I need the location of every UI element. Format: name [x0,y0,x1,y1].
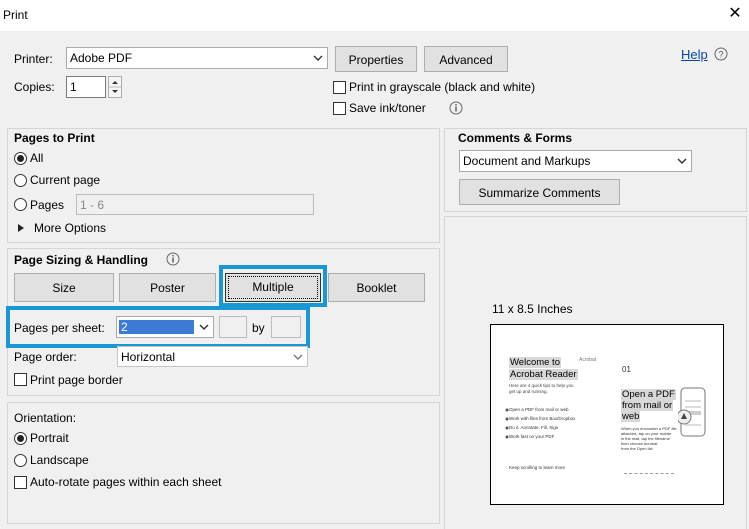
expand-triangle-icon[interactable] [17,222,25,236]
pages-range-placeholder: 1 - 6 [80,198,105,212]
print-border-checkbox[interactable] [14,373,27,386]
preview-left-heading-1: Welcome to [509,357,561,368]
tab-size[interactable]: Size [14,273,114,302]
orientation-title: Orientation: [14,411,77,425]
info-icon[interactable] [166,252,180,266]
copies-label: Copies: [14,80,55,94]
pages-range-label: Pages [30,198,65,212]
preview-right-heading-2: from mail or [621,400,674,411]
all-pages-radio[interactable] [14,152,27,165]
tab-booklet[interactable]: Booklet [328,273,425,302]
help-question-icon[interactable]: ? [714,47,728,61]
page-order-label: Page order: [14,350,77,364]
close-icon[interactable]: ✕ [727,4,743,24]
pages-range-input[interactable]: 1 - 6 [76,194,314,215]
copies-value: 1 [70,80,77,94]
preview-left-heading-2: Acrobat Reader [509,369,578,380]
summarize-comments-button[interactable]: Summarize Comments [459,179,620,205]
preview-left-line-2: get up and running. [509,389,548,394]
title-bar [0,0,749,31]
chevron-down-icon [197,319,211,335]
pages-per-sheet-select[interactable]: 2 [116,316,214,338]
properties-button[interactable]: Properties [335,46,417,72]
page-sizing-title: Page Sizing & Handling [14,253,149,267]
svg-text:?: ? [718,50,723,60]
pages-per-sheet-value: 2 [119,320,194,334]
all-pages-label: All [30,151,44,165]
chevron-down-icon [675,153,689,169]
window-title: Print [3,8,28,22]
preview-tip-4: Work fast on your PDF [509,434,555,439]
pages-per-sheet-label: Pages per sheet: [14,321,105,335]
advanced-button[interactable]: Advanced [424,46,508,72]
preview-right-heading-3: web [621,411,641,422]
rows-input[interactable] [271,316,301,338]
pages-to-print-title: Pages to Print [14,131,95,145]
columns-input[interactable] [219,316,247,338]
portrait-radio[interactable] [14,432,27,445]
preview-left-line-1: Here are 4 quick tips to help you [509,383,574,388]
comments-forms-title: Comments & Forms [458,131,573,145]
phone-illustration [676,387,708,442]
preview-logo-text: Acrobat [579,357,597,363]
comments-select[interactable]: Document and Markups [459,150,692,172]
copies-input[interactable]: 1 [66,76,106,98]
by-label: by [252,321,265,335]
preview-right-heading-1: Open a PDF [621,389,676,400]
printer-value: Adobe PDF [70,51,133,65]
print-border-label: Print page border [30,373,123,387]
preview-tip-3: Do it. Annotate. Fill, Sign [509,425,559,430]
landscape-radio[interactable] [14,454,27,467]
help-link[interactable]: Help [681,47,708,62]
printer-select[interactable]: Adobe PDF [66,47,328,69]
preview-right-footer-line [624,473,674,474]
current-page-label: Current page [30,173,101,187]
auto-rotate-label: Auto-rotate pages within each sheet [30,475,222,489]
preview-right-body-5: from the Open list [621,446,653,451]
save-ink-label: Save ink/toner [349,101,426,115]
preview-left-footer: Keep scrolling to learn more [509,465,566,470]
preview-tip-2: Work with files from Box/Dropbox [509,416,576,421]
tab-poster[interactable]: Poster [119,273,216,302]
current-page-radio[interactable] [14,174,27,187]
preview-tip-1: Open a PDF from mail or web [509,407,569,412]
preview-tip-bullets [505,407,509,444]
more-options-label[interactable]: More Options [34,221,106,235]
info-icon[interactable] [449,101,463,115]
page-order-value: Horizontal [121,350,176,364]
chevron-down-icon [291,349,305,365]
chevron-down-icon [311,50,325,66]
pages-range-radio[interactable] [14,198,27,211]
comments-value: Document and Markups [463,154,591,168]
printer-label: Printer: [14,52,53,66]
auto-rotate-checkbox[interactable] [14,476,27,489]
page-order-select[interactable]: Horizontal [117,346,308,367]
preview-right-number: 01 [622,365,631,374]
preview-size-label: 11 x 8.5 Inches [492,302,573,316]
grayscale-checkbox[interactable] [333,81,346,94]
tab-multiple[interactable]: Multiple [225,273,321,302]
save-ink-checkbox[interactable] [333,102,346,115]
landscape-label: Landscape [30,453,89,467]
preview-sheet: Welcome to Acrobat Reader Acrobat Here a… [490,324,724,505]
grayscale-label: Print in grayscale (black and white) [349,80,536,94]
copies-stepper[interactable] [108,76,122,98]
portrait-label: Portrait [30,431,69,445]
